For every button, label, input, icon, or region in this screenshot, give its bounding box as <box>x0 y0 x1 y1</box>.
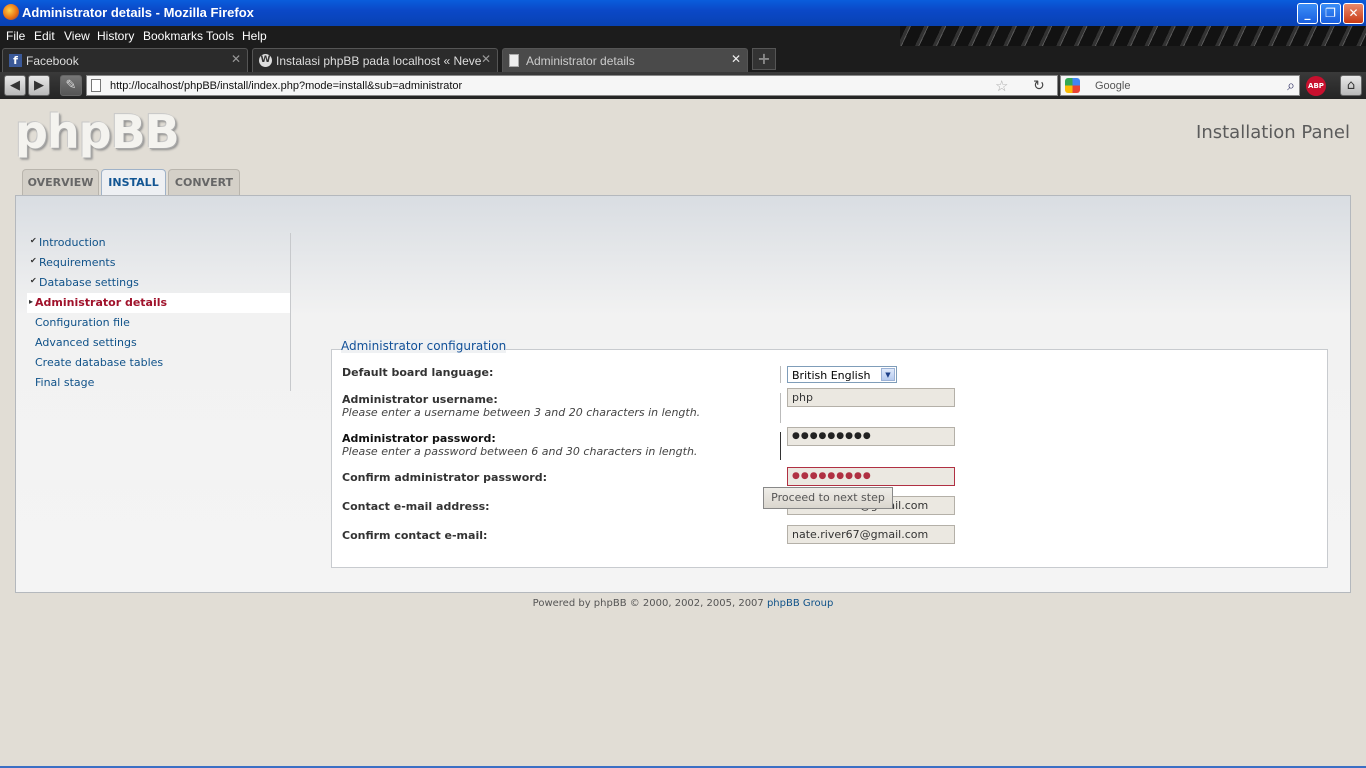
window-titlebar: Administrator details - Mozilla Firefox … <box>0 0 1366 26</box>
password-input[interactable]: ●●●●●●●●● <box>787 427 955 446</box>
menu-view[interactable]: View <box>64 29 90 43</box>
arrow-right-icon: ▸ <box>29 297 34 306</box>
footer: Powered by phpBB © 2000, 2002, 2005, 200… <box>0 598 1366 609</box>
tools-icon[interactable]: ✎ <box>60 75 82 96</box>
reload-icon[interactable]: ↻ <box>1033 77 1045 94</box>
install-steps-menu: ✔ Introduction ✔ Requirements ✔ Database… <box>27 233 291 391</box>
confirm-email-label: Confirm contact e-mail: <box>342 529 488 542</box>
divider <box>780 432 781 460</box>
firefox-icon <box>3 4 19 20</box>
phpbb-group-link[interactable]: phpBB Group <box>767 598 833 609</box>
tab-facebook[interactable]: f Facebook ✕ <box>2 48 248 72</box>
sidebar-item-database-settings[interactable]: ✔ Database settings <box>27 273 290 293</box>
confirm-password-input[interactable]: ●●●●●●●●● <box>787 467 955 486</box>
checkmark-icon: ✔ <box>30 256 37 265</box>
window-title: Administrator details - Mozilla Firefox <box>22 5 254 20</box>
close-window-button[interactable]: ✕ <box>1343 3 1364 24</box>
divider <box>780 366 781 383</box>
menu-help[interactable]: Help <box>242 29 267 43</box>
username-input[interactable]: php <box>787 388 955 407</box>
address-bar[interactable]: http://localhost/phpBB/install/index.php… <box>86 75 1058 96</box>
adblock-icon[interactable]: ABP <box>1306 76 1326 96</box>
language-select[interactable]: British English ▼ <box>787 366 897 383</box>
password-hint: Please enter a password between 6 and 30… <box>342 445 698 458</box>
sidebar-item-label: Database settings <box>39 276 139 289</box>
proceed-button[interactable]: Proceed to next step <box>763 487 893 509</box>
footer-text: Powered by phpBB © 2000, 2002, 2005, 200… <box>532 598 767 609</box>
sidebar-item-requirements[interactable]: ✔ Requirements <box>27 253 290 273</box>
close-tab-icon[interactable]: ✕ <box>731 52 741 66</box>
sidebar-item-label: Requirements <box>39 256 116 269</box>
tab-label: Instalasi phpBB pada localhost « Never E… <box>276 54 481 68</box>
navigation-toolbar: ◀ ▶ ✎ http://localhost/phpBB/install/ind… <box>0 72 1366 99</box>
sidebar-item-create-database-tables[interactable]: Create database tables <box>27 353 290 373</box>
forward-button[interactable]: ▶ <box>28 75 50 96</box>
language-value: British English <box>792 369 871 382</box>
sidebar-item-label: Create database tables <box>35 356 164 369</box>
divider <box>780 393 781 423</box>
phpbb-logo[interactable]: phpBB <box>15 105 180 159</box>
tab-label: Administrator details <box>526 54 635 68</box>
sidebar-item-label: Administrator details <box>35 296 168 309</box>
username-label: Administrator username: <box>342 393 498 406</box>
search-bar[interactable]: Google ⌕ <box>1060 75 1300 96</box>
username-hint: Please enter a username between 3 and 20… <box>342 406 701 419</box>
language-row: Default board language: British English … <box>342 366 1317 386</box>
sidebar-item-advanced-settings[interactable]: Advanced settings <box>27 333 290 353</box>
menu-file[interactable]: File <box>6 29 25 43</box>
restore-button[interactable]: ❐ <box>1320 3 1341 24</box>
sidebar-item-label: Configuration file <box>35 316 130 329</box>
minimize-button[interactable]: _ <box>1297 3 1318 24</box>
tab-strip: f Facebook ✕ W Instalasi phpBB pada loca… <box>0 46 1366 72</box>
language-label: Default board language: <box>342 366 494 379</box>
email-label: Contact e-mail address: <box>342 500 490 513</box>
tab-instalasi[interactable]: W Instalasi phpBB pada localhost « Never… <box>252 48 498 72</box>
menu-edit[interactable]: Edit <box>34 29 55 43</box>
tab-install[interactable]: INSTALL <box>101 169 166 197</box>
checkmark-icon: ✔ <box>30 236 37 245</box>
home-icon[interactable]: ⌂ <box>1340 75 1362 96</box>
url-text: http://localhost/phpBB/install/index.php… <box>110 80 463 92</box>
sidebar-item-introduction[interactable]: ✔ Introduction <box>27 233 290 253</box>
close-tab-icon[interactable]: ✕ <box>481 52 491 66</box>
confirm-email-row: Confirm contact e-mail: nate.river67@gma… <box>342 525 1317 549</box>
sidebar-item-label: Final stage <box>35 376 95 389</box>
password-label: Administrator password: <box>342 432 496 445</box>
username-row: Administrator username: Please enter a u… <box>342 388 1317 425</box>
close-tab-icon[interactable]: ✕ <box>231 52 241 66</box>
checkmark-icon: ✔ <box>30 276 37 285</box>
sidebar-item-label: Advanced settings <box>35 336 137 349</box>
bookmark-star-icon[interactable]: ☆ <box>995 77 1008 95</box>
password-row: Administrator password: Please enter a p… <box>342 427 1317 464</box>
panel-title: Installation Panel <box>1196 122 1350 143</box>
sidebar-item-final-stage[interactable]: Final stage <box>27 373 290 393</box>
back-button[interactable]: ◀ <box>4 75 26 96</box>
page-icon <box>91 79 101 92</box>
sidebar-item-configuration-file[interactable]: Configuration file <box>27 313 290 333</box>
menu-tools[interactable]: Tools <box>206 29 234 43</box>
fieldset-legend: Administrator configuration <box>341 339 507 353</box>
page-icon <box>509 54 519 67</box>
menu-history[interactable]: History <box>97 29 134 43</box>
confirm-email-input[interactable]: nate.river67@gmail.com <box>787 525 955 544</box>
new-tab-button[interactable]: + <box>752 48 776 70</box>
tab-label: Facebook <box>26 54 79 68</box>
page-content: phpBB Installation Panel OVERVIEW INSTAL… <box>0 99 1366 766</box>
tab-overview[interactable]: OVERVIEW <box>22 169 99 196</box>
admin-config-fieldset: Default board language: British English … <box>331 349 1328 568</box>
tab-convert[interactable]: CONVERT <box>168 169 240 196</box>
confirm-password-label: Confirm administrator password: <box>342 471 547 484</box>
search-icon[interactable]: ⌕ <box>1287 77 1295 94</box>
tab-administrator-details[interactable]: Administrator details ✕ <box>502 48 748 72</box>
wordpress-icon: W <box>259 54 272 67</box>
chevron-down-icon: ▼ <box>881 368 895 381</box>
sidebar-item-label: Introduction <box>39 236 106 249</box>
sidebar-item-administrator-details[interactable]: ▸ Administrator details <box>27 293 290 313</box>
facebook-icon: f <box>9 54 22 67</box>
install-panel: ✔ Introduction ✔ Requirements ✔ Database… <box>15 195 1351 593</box>
menu-bookmarks[interactable]: Bookmarks <box>143 29 203 43</box>
google-icon[interactable] <box>1065 78 1080 93</box>
search-placeholder: Google <box>1095 80 1131 92</box>
